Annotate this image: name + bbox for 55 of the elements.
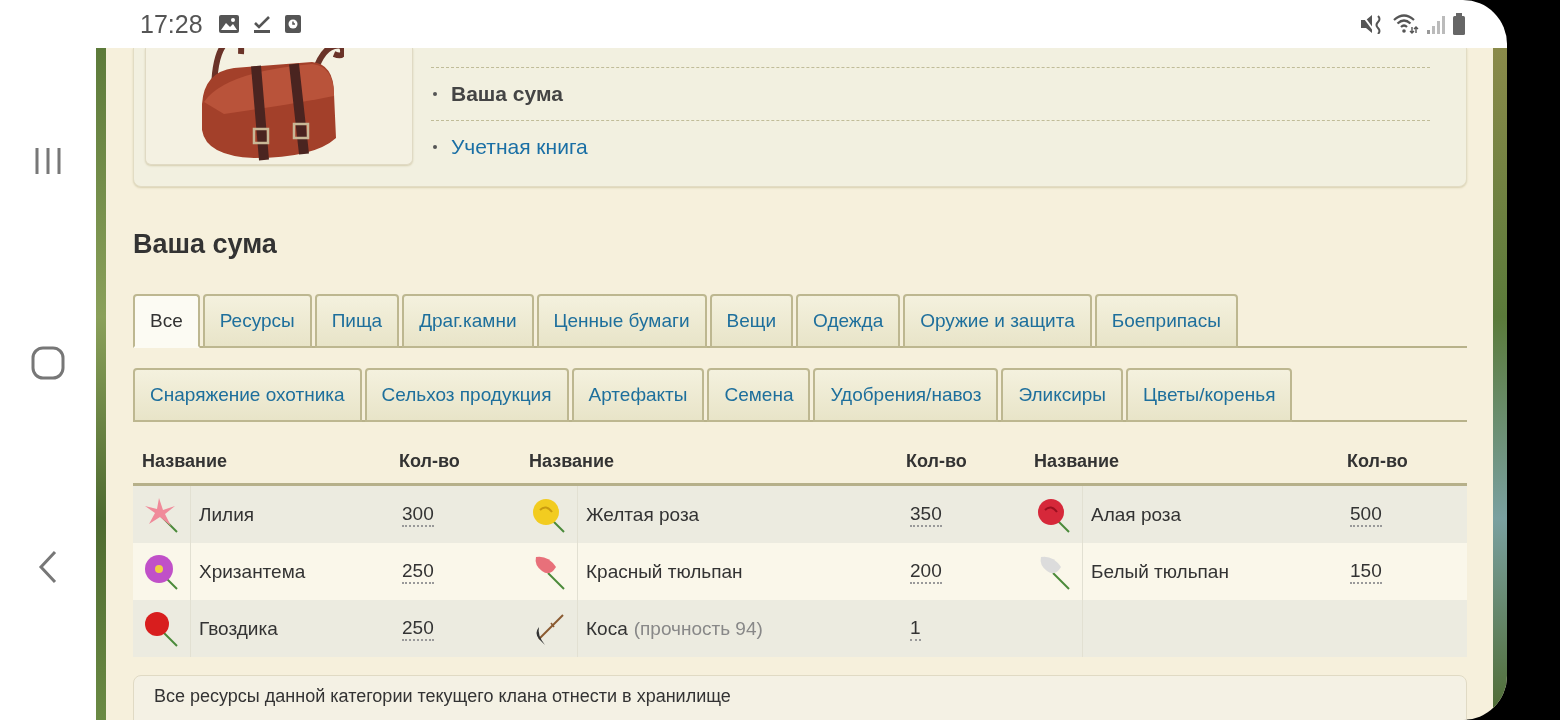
category-tab[interactable]: Эликсиры [1001,368,1123,422]
item-name: Хризантема [199,560,306,583]
battery-icon [1453,13,1465,35]
check-icon [252,15,271,33]
wifi-icon [1393,14,1419,34]
item-name: Желтая роза [586,503,700,526]
item-name: Коса [586,617,628,640]
item-name: Гвоздика [199,617,278,640]
bullet-icon [433,145,437,149]
bullet-icon [433,92,437,96]
quantity-link[interactable]: 350 [910,502,942,527]
category-tab[interactable]: Семена [707,368,811,422]
item-name: Красный тюльпан [586,560,743,583]
category-tab[interactable]: Оружие и защита [903,294,1092,348]
menu-link[interactable]: Учетная книга [451,135,588,159]
home-icon[interactable] [31,346,65,380]
clock-icon [284,15,301,33]
section-heading: Ваша сума [133,229,278,260]
column-header: Название [528,451,614,472]
category-tab[interactable]: Ценные бумаги [536,294,707,348]
category-tab[interactable]: Драг.камни [402,294,534,348]
signal-icon [1427,14,1445,34]
category-tab[interactable]: Цветы/коренья [1126,368,1293,422]
quantity-link[interactable]: 1 [910,616,921,641]
column-header: Кол-во [905,451,967,472]
category-tab[interactable]: Пища [314,294,400,348]
quantity-link[interactable]: 300 [402,502,434,527]
image-icon [218,15,239,33]
category-tab[interactable]: Все [133,294,200,348]
item-name: Белый тюльпан [1091,560,1229,583]
category-tab[interactable]: Боеприпасы [1094,294,1238,348]
item-name: Лилия [199,503,255,526]
column-header: Кол-во [398,451,460,472]
info-text: Все ресурсы данной категории текущего клана отнести в хранилище [154,686,731,706]
recent-apps-icon[interactable] [33,146,63,176]
back-icon[interactable] [38,550,58,584]
category-tab[interactable]: Артефакты [571,368,705,422]
clock-time: 17:28 [140,9,203,39]
quantity-link[interactable]: 250 [402,559,434,584]
quantity-link[interactable]: 500 [1350,502,1382,527]
column-header: Название [141,451,227,472]
quantity-link[interactable]: 200 [910,559,942,584]
item-name: Алая роза [1091,503,1182,526]
category-tab[interactable]: Ресурсы [202,294,312,348]
column-header: Кол-во [1346,451,1408,472]
column-header: Название [1033,451,1119,472]
category-tab[interactable]: Удобрения/навоз [813,368,999,422]
quantity-link[interactable]: 150 [1350,559,1382,584]
category-tab[interactable]: Сельхоз продукция [364,368,569,422]
menu-link[interactable]: Ваша сума [451,82,563,106]
item-note: (прочность 94) [633,617,763,640]
category-tab[interactable]: Одежда [796,294,901,348]
category-tab[interactable]: Вещи [709,294,794,348]
quantity-link[interactable]: 250 [402,616,434,641]
category-tab[interactable]: Снаряжение охотника [133,368,362,422]
